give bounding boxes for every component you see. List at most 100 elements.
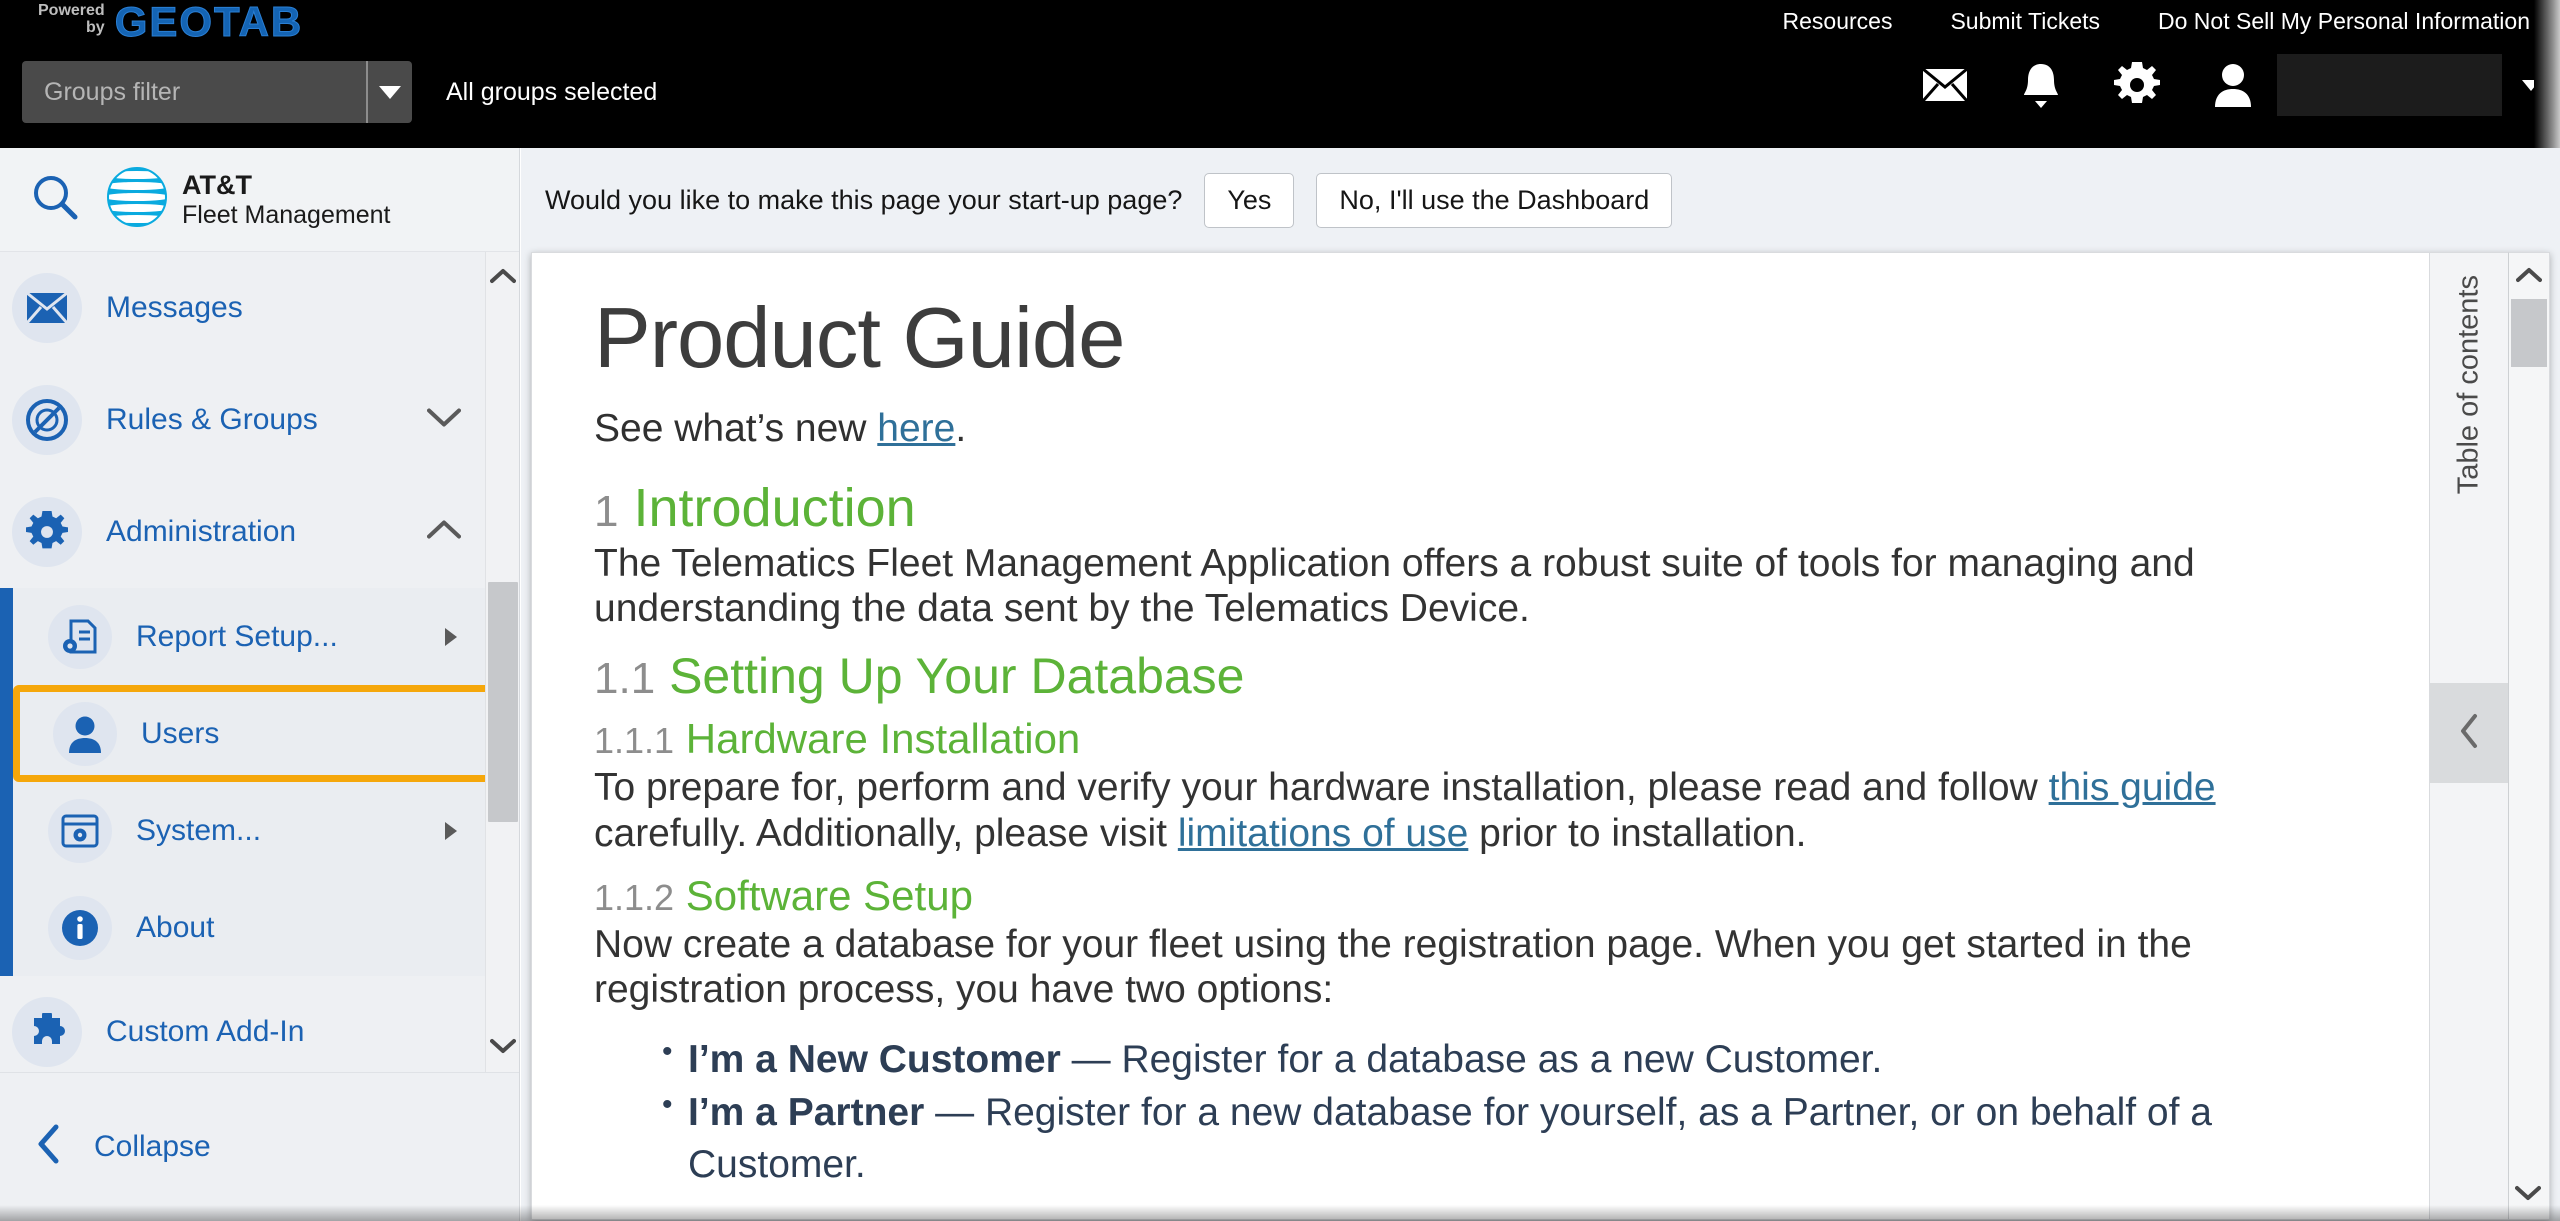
section-heading-1-1-2: 1.1.2 Software Setup (594, 872, 2359, 920)
scrollbar-thumb[interactable] (2511, 299, 2547, 367)
scroll-down-button[interactable] (2509, 1171, 2547, 1215)
section-heading-1-1: 1.1 Setting Up Your Database (594, 647, 2359, 705)
bell-icon (2019, 61, 2063, 109)
powered-line-2: by (86, 19, 105, 36)
sidebar-item-messages[interactable]: Messages (0, 252, 519, 364)
sidebar-item-users[interactable]: Users (13, 685, 497, 782)
table-of-contents-label: Table of contents (2452, 275, 2485, 495)
section-heading-1-1-1: 1.1.1 Hardware Installation (594, 715, 2359, 763)
scroll-up-button[interactable] (486, 256, 519, 296)
user-account-button[interactable] (2185, 48, 2281, 122)
startup-page-prompt: Would you like to make this page your st… (521, 148, 2560, 252)
whats-new-line: See what’s new here. (594, 407, 2359, 451)
groups-filter-input[interactable] (22, 61, 366, 123)
sidebar-vertical-scrollbar[interactable] (485, 252, 519, 1072)
chevron-up-icon[interactable] (427, 520, 461, 545)
section-title: Introduction (633, 477, 916, 538)
chevron-right-icon[interactable] (445, 627, 457, 646)
powered-by-text: Powered by (38, 0, 105, 36)
sidebar-item-rules-and-groups[interactable]: Rules & Groups (0, 364, 519, 476)
att-globe-logo (106, 166, 168, 233)
top-link-submit-tickets[interactable]: Submit Tickets (1950, 8, 2100, 35)
whats-new-prefix: See what’s new (594, 406, 878, 450)
sidebar-item-administration[interactable]: Administration (0, 476, 519, 588)
messages-button[interactable] (1897, 48, 1993, 122)
top-header-bar: Powered by GEOTAB Resources Submit Ticke… (0, 0, 2560, 148)
top-nav-links: Resources Submit Tickets Do Not Sell My … (1783, 8, 2530, 35)
notifications-button[interactable] (1993, 48, 2089, 122)
geotab-wordmark: GEOTAB (114, 0, 304, 45)
registration-options-list: I’m a New Customer — Register for a data… (662, 1032, 2359, 1192)
sidebar-item-label: Messages (106, 291, 243, 324)
section-title: Setting Up Your Database (669, 648, 1245, 705)
header-icon-group (1897, 48, 2560, 122)
sidebar-item-label: Report Setup... (136, 619, 338, 653)
section-1-1-2-paragraph: Now create a database for your fleet usi… (594, 922, 2192, 1011)
chevron-down-icon (379, 85, 401, 99)
rules-icon (12, 385, 82, 455)
settings-button[interactable] (2089, 48, 2185, 122)
redacted-username-block (2277, 54, 2502, 116)
collapse-sidebar-button[interactable]: Collapse (0, 1072, 519, 1220)
att-brand-text: AT&T Fleet Management (182, 170, 390, 228)
sidebar-item-label: Administration (106, 515, 297, 548)
sidebar-item-report-setup[interactable]: Report Setup... (0, 588, 519, 685)
puzzle-icon (12, 997, 82, 1067)
chevron-left-icon (36, 1124, 62, 1169)
top-link-resources[interactable]: Resources (1783, 8, 1893, 35)
scroll-down-button[interactable] (486, 1026, 519, 1066)
att-brand-line1: AT&T (182, 170, 252, 201)
gear-icon (12, 497, 82, 567)
user-name-redacted[interactable] (2277, 48, 2560, 122)
scroll-up-button[interactable] (2509, 253, 2549, 297)
limitations-of-use-link[interactable]: limitations of use (1178, 812, 1468, 855)
whats-new-link[interactable]: here (877, 407, 955, 450)
hw-text-a: To prepare for, perform and verify your … (594, 766, 2049, 810)
chevron-down-icon[interactable] (427, 408, 461, 433)
system-icon (48, 798, 112, 863)
sidebar-item-about[interactable]: About (0, 879, 519, 976)
sidebar-item-label: About (136, 910, 215, 944)
section-number: 1.1.1 (594, 720, 675, 762)
document-viewer: Product Guide See what’s new here. 1 Int… (531, 252, 2550, 1220)
this-guide-link[interactable]: this guide (2049, 766, 2216, 809)
groups-filter-dropdown-button[interactable] (366, 61, 412, 123)
sidebar-item-custom-add-in[interactable]: Custom Add-In (0, 976, 519, 1072)
option-label: I’m a New Customer (688, 1038, 1061, 1082)
hw-text-b: carefully. Additionally, please visit (594, 811, 1178, 855)
sidebar-item-system[interactable]: System... (0, 782, 519, 879)
whats-new-suffix: . (955, 406, 967, 450)
startup-no-button[interactable]: No, I'll use the Dashboard (1316, 172, 1673, 228)
chevron-right-icon[interactable] (445, 821, 457, 840)
option-desc: — Register for a database as a new Custo… (1060, 1038, 1883, 1082)
groups-filter[interactable] (22, 61, 412, 123)
mail-icon (1922, 68, 1968, 102)
scrollbar-thumb[interactable] (488, 582, 518, 822)
section-1-paragraph: The Telematics Fleet Management Applicat… (594, 541, 2195, 631)
nav-scroll-area: Messages Rules & Groups Administration R… (0, 252, 519, 1072)
page-title: Product Guide (594, 291, 1125, 386)
chevron-left-icon (2458, 713, 2480, 754)
left-navigation-panel: AT&T Fleet Management Messages Rules & G… (0, 148, 520, 1221)
info-icon (48, 895, 112, 960)
document-vertical-scrollbar[interactable] (2508, 252, 2550, 1220)
startup-yes-button[interactable]: Yes (1204, 172, 1295, 228)
user-icon (2213, 63, 2253, 107)
toc-collapse-button[interactable] (2430, 683, 2508, 783)
att-brand: AT&T Fleet Management (106, 166, 390, 233)
gear-icon (2114, 62, 2160, 108)
report-setup-icon (48, 604, 112, 669)
administration-submenu: Report Setup... Users System... About (0, 588, 519, 976)
att-brand-line2: Fleet Management (182, 200, 391, 229)
sidebar-item-label: Rules & Groups (106, 403, 318, 436)
option-label: I’m a Partner (688, 1090, 925, 1134)
user-icon (53, 701, 117, 766)
sidebar-item-label: Custom Add-In (106, 1015, 305, 1048)
nav-header: AT&T Fleet Management (0, 148, 519, 252)
geotab-logo: Powered by GEOTAB (38, 0, 303, 44)
top-link-do-not-sell[interactable]: Do Not Sell My Personal Information (2158, 8, 2530, 35)
main-content-area: Would you like to make this page your st… (521, 148, 2560, 1221)
search-button[interactable] (18, 163, 92, 237)
sidebar-item-label: Users (141, 716, 220, 750)
section-heading-1: 1 Introduction (594, 477, 2359, 539)
